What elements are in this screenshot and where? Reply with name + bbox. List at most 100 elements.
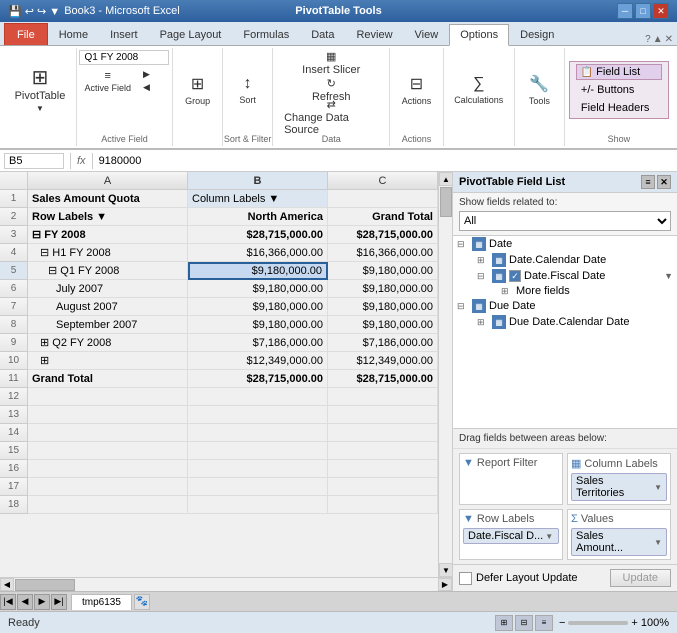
drag-area-column-labels[interactable]: ▦ Column Labels Sales Territories ▼ <box>567 453 671 505</box>
zoom-in-icon[interactable]: + <box>631 617 637 629</box>
panel-controls[interactable]: ≡ ✕ <box>641 175 671 189</box>
tab-review[interactable]: Review <box>345 23 403 45</box>
zoom-out-icon[interactable]: − <box>559 617 565 629</box>
drag-area-values[interactable]: Σ Values Sales Amount... ▼ <box>567 509 671 560</box>
minimize-btn[interactable]: ─ <box>617 3 633 19</box>
cell-b17[interactable] <box>188 478 328 496</box>
tree-item-due-calendar[interactable]: ⊞ ▦ Due Date.Calendar Date <box>473 314 677 330</box>
insert-slicer-btn[interactable]: ▦ Insert Slicer <box>297 50 365 76</box>
cell-b13[interactable] <box>188 406 328 424</box>
tab-options[interactable]: Options <box>449 24 509 46</box>
cell-c10[interactable]: $12,349,000.00 <box>328 352 438 370</box>
help-icon[interactable]: ? <box>645 34 651 45</box>
sort-btn[interactable]: ↕ Sort <box>230 62 266 118</box>
cell-c14[interactable] <box>328 424 438 442</box>
cell-b15[interactable] <box>188 442 328 460</box>
cell-a10[interactable]: ⊞ <box>28 352 188 370</box>
scroll-left-btn[interactable]: ◀ <box>0 578 14 591</box>
maximize-btn[interactable]: □ <box>635 3 651 19</box>
sales-territories-dropdown-icon[interactable]: ▼ <box>654 483 662 492</box>
cell-c17[interactable] <box>328 478 438 496</box>
cell-a17[interactable] <box>28 478 188 496</box>
cell-b3[interactable]: $28,715,000.00 <box>188 226 328 244</box>
cell-c13[interactable] <box>328 406 438 424</box>
tree-item-due-date[interactable]: ⊟ ▦ Due Date <box>453 298 677 314</box>
cell-a6[interactable]: July 2007 <box>28 280 188 298</box>
cell-a14[interactable] <box>28 424 188 442</box>
cell-reference[interactable] <box>4 153 64 169</box>
calculations-btn[interactable]: ∑ Calculations <box>447 62 510 118</box>
drag-area-report-filter[interactable]: ▼ Report Filter <box>459 453 563 505</box>
cell-b1[interactable]: Column Labels ▼ <box>188 190 328 208</box>
defer-label[interactable]: Defer Layout Update <box>459 572 578 585</box>
col-header-a[interactable]: A <box>28 172 188 190</box>
cell-a4[interactable]: ⊟ H1 FY 2008 <box>28 244 188 262</box>
tab-view[interactable]: View <box>404 23 450 45</box>
scroll-up-btn[interactable]: ▲ <box>439 172 452 186</box>
scroll-down-btn[interactable]: ▼ <box>439 563 452 577</box>
calendar-expand-icon[interactable]: ⊞ <box>477 255 489 266</box>
cell-a16[interactable] <box>28 460 188 478</box>
cell-a8[interactable]: September 2007 <box>28 316 188 334</box>
date-expand-icon[interactable]: ⊟ <box>457 239 469 250</box>
update-btn[interactable]: Update <box>610 569 671 587</box>
sheet-add-icon[interactable]: 🐾 <box>134 594 150 610</box>
tab-formulas[interactable]: Formulas <box>232 23 300 45</box>
tree-item-more-fields[interactable]: ⊞ More fields <box>473 284 677 298</box>
cell-c16[interactable] <box>328 460 438 478</box>
sheet-tab-tmp6135[interactable]: tmp6135 <box>71 594 132 610</box>
window-controls[interactable]: ─ □ ✕ <box>617 3 669 19</box>
sales-amount-dropdown-icon[interactable]: ▼ <box>654 538 662 547</box>
sheet-nav-prev[interactable]: ◀ <box>17 594 33 610</box>
tools-btn[interactable]: 🔧 Tools <box>521 62 557 118</box>
cell-a13[interactable] <box>28 406 188 424</box>
cell-a7[interactable]: August 2007 <box>28 298 188 316</box>
formula-input[interactable] <box>99 155 673 167</box>
cell-a2[interactable]: Row Labels ▼ <box>28 208 188 226</box>
tab-file[interactable]: File <box>4 23 48 45</box>
due-date-expand-icon[interactable]: ⊟ <box>457 301 469 312</box>
cell-b8[interactable]: $9,180,000.00 <box>188 316 328 334</box>
cell-a11[interactable]: Grand Total <box>28 370 188 388</box>
page-break-view-btn[interactable]: ≡ <box>535 615 553 631</box>
sheet-nav-next[interactable]: ▶ <box>34 594 50 610</box>
cell-c4[interactable]: $16,366,000.00 <box>328 244 438 262</box>
cell-a18[interactable] <box>28 496 188 514</box>
cell-b5[interactable]: $9,180,000.00 <box>188 262 328 280</box>
field-headers-btn[interactable]: Field Headers <box>576 100 662 116</box>
fiscal-date-dropdown-icon[interactable]: ▼ <box>545 532 553 541</box>
cell-b2[interactable]: North America <box>188 208 328 226</box>
pivottable-button[interactable]: ⊞ PivotTable ▼ <box>8 62 73 118</box>
cell-b18[interactable] <box>188 496 328 514</box>
vertical-scrollbar[interactable]: ▲ ▼ <box>438 172 452 577</box>
tab-insert[interactable]: Insert <box>99 23 149 45</box>
cell-b9[interactable]: $7,186,000.00 <box>188 334 328 352</box>
tree-item-calendar-date[interactable]: ⊞ ▦ Date.Calendar Date <box>473 252 677 268</box>
cell-c3[interactable]: $28,715,000.00 <box>328 226 438 244</box>
tab-data[interactable]: Data <box>300 23 345 45</box>
panel-close-btn[interactable]: ✕ <box>657 175 671 189</box>
cell-c11[interactable]: $28,715,000.00 <box>328 370 438 388</box>
pivottable-dropdown-icon[interactable]: ▼ <box>36 104 44 113</box>
normal-view-btn[interactable]: ⊞ <box>495 615 513 631</box>
zoom-slider[interactable] <box>568 621 628 625</box>
field-settings-btn[interactable]: ≡ Active Field <box>79 68 136 94</box>
col-header-b[interactable]: B <box>188 172 328 190</box>
horizontal-scrollbar[interactable]: ◀ ▶ <box>0 577 452 591</box>
page-layout-view-btn[interactable]: ⊟ <box>515 615 533 631</box>
cell-a5[interactable]: ⊟ Q1 FY 2008 <box>28 262 188 280</box>
close-btn[interactable]: ✕ <box>653 3 669 19</box>
cell-c9[interactable]: $7,186,000.00 <box>328 334 438 352</box>
tree-item-fiscal-date[interactable]: ⊟ ▦ ✓ Date.Fiscal Date ▼ <box>473 268 677 284</box>
tab-home[interactable]: Home <box>48 23 99 45</box>
scroll-track[interactable] <box>439 186 452 563</box>
sheet-navigation[interactable]: |◀ ◀ ▶ ▶| <box>0 594 67 610</box>
cell-a9[interactable]: ⊞ Q2 FY 2008 <box>28 334 188 352</box>
cell-a15[interactable] <box>28 442 188 460</box>
cell-b14[interactable] <box>188 424 328 442</box>
panel-layout-btn[interactable]: ≡ <box>641 175 655 189</box>
cell-b7[interactable]: $9,180,000.00 <box>188 298 328 316</box>
fields-dropdown[interactable]: All <box>459 211 671 231</box>
actions-btn[interactable]: ⊟ Actions <box>395 62 439 118</box>
tab-design[interactable]: Design <box>509 23 565 45</box>
